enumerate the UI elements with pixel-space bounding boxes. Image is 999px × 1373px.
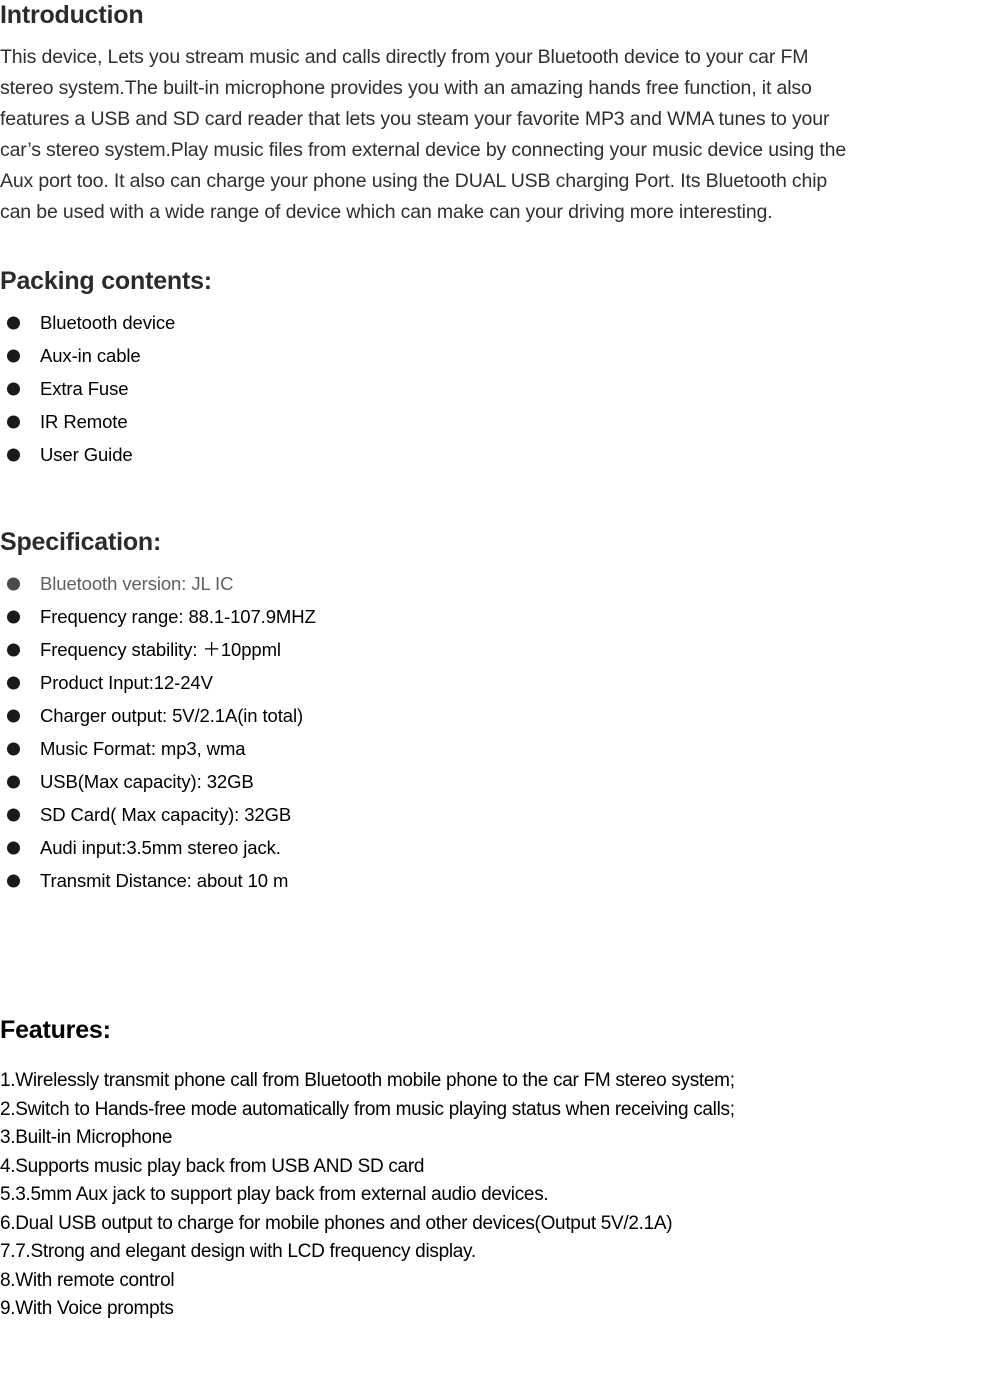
section-features: Features: 1.Wirelessly transmit phone ca… xyxy=(0,1015,999,1324)
list-item-label: USB(Max capacity): 32GB xyxy=(40,771,254,792)
page-title: Introduction xyxy=(0,1,144,29)
section-specification: Specification: Bluetooth version: JL IC … xyxy=(0,527,999,897)
list-item-label: Frequency stability: ＋10ppml xyxy=(40,639,281,660)
list-item: 9.With Voice prompts xyxy=(0,1298,174,1319)
list-item: 7.7.Strong and elegant design with LCD f… xyxy=(0,1241,476,1262)
bullet-icon xyxy=(7,382,20,395)
features-heading: Features: xyxy=(0,1016,111,1044)
list-item-label: Bluetooth device xyxy=(40,312,176,333)
specification-list: Bluetooth version: JL IC Frequency range… xyxy=(0,567,999,897)
list-item: Frequency range: 88.1-107.9MHZ xyxy=(0,600,999,633)
list-item-label: Aux-in cable xyxy=(40,345,141,366)
list-item-label: Extra Fuse xyxy=(40,378,129,399)
list-item-label: Bluetooth version: JL IC xyxy=(40,573,234,594)
bullet-icon xyxy=(7,643,20,656)
specification-heading: Specification: xyxy=(0,528,162,556)
bullet-icon xyxy=(7,676,20,689)
introduction-paragraph: This device, Lets you stream music and c… xyxy=(0,42,999,228)
list-item: Aux-in cable xyxy=(0,339,999,372)
bullet-icon xyxy=(7,316,20,329)
document-page: Introduction This device, Lets you strea… xyxy=(0,0,999,1373)
list-item-label: Product Input:12-24V xyxy=(40,672,213,693)
paragraph-line: stereo system.The built-in microphone pr… xyxy=(0,77,812,99)
list-item: 6.Dual USB output to charge for mobile p… xyxy=(0,1212,673,1234)
paragraph-line: This device, Lets you stream music and c… xyxy=(0,46,809,68)
list-item: Extra Fuse xyxy=(0,372,999,405)
bullet-icon xyxy=(7,841,20,854)
list-item: Audi input:3.5mm stereo jack. xyxy=(0,831,999,864)
list-item: Bluetooth device xyxy=(0,306,999,339)
list-item-label: IR Remote xyxy=(40,411,128,432)
paragraph-line: features a USB and SD card reader that l… xyxy=(0,108,830,130)
section-packing-contents: Packing contents: Bluetooth device Aux-i… xyxy=(0,266,999,471)
list-item-label: User Guide xyxy=(40,444,133,465)
bullet-icon xyxy=(7,610,20,623)
list-item: IR Remote xyxy=(0,405,999,438)
list-item: Charger output: 5V/2.1A(in total) xyxy=(0,699,999,732)
list-item: Product Input:12-24V xyxy=(0,666,999,699)
list-item: Bluetooth version: JL IC xyxy=(0,567,999,600)
features-list: 1.Wirelessly transmit phone call from Bl… xyxy=(0,1067,999,1324)
bullet-icon xyxy=(7,448,20,461)
bullet-icon xyxy=(7,349,20,362)
list-item: 3.Built-in Microphone xyxy=(0,1127,173,1148)
list-item-label: Transmit Distance: about 10 m xyxy=(40,870,289,891)
bullet-icon xyxy=(7,775,20,788)
packing-contents-heading: Packing contents: xyxy=(0,267,212,295)
bullet-icon xyxy=(7,808,20,821)
list-item-label: SD Card( Max capacity): 32GB xyxy=(40,804,292,825)
bullet-icon xyxy=(7,742,20,755)
list-item-label: Audi input:3.5mm stereo jack. xyxy=(40,837,281,858)
list-item: User Guide xyxy=(0,438,999,471)
section-introduction: Introduction This device, Lets you strea… xyxy=(0,0,999,228)
paragraph-line: Aux port too. It also can charge your ph… xyxy=(0,170,828,192)
bullet-icon xyxy=(7,709,20,722)
paragraph-line: can be used with a wide range of device … xyxy=(0,201,773,223)
list-item-label: Frequency range: 88.1-107.9MHZ xyxy=(40,606,316,627)
paragraph-line: car’s stereo system.Play music files fro… xyxy=(0,139,847,161)
list-item: Frequency stability: ＋10ppml xyxy=(0,633,999,666)
list-item-label: Charger output: 5V/2.1A(in total) xyxy=(40,705,304,726)
list-item: 1.Wirelessly transmit phone call from Bl… xyxy=(0,1070,735,1091)
packing-contents-list: Bluetooth device Aux-in cable Extra Fuse… xyxy=(0,306,999,471)
list-item: 2.Switch to Hands-free mode automaticall… xyxy=(0,1098,735,1120)
bullet-icon xyxy=(7,874,20,887)
bullet-icon xyxy=(7,577,20,590)
list-item-label: Music Format: mp3, wma xyxy=(40,738,246,759)
list-item: 8.With remote control xyxy=(0,1269,175,1291)
list-item: Music Format: mp3, wma xyxy=(0,732,999,765)
list-item: 4.Supports music play back from USB AND … xyxy=(0,1155,425,1177)
list-item: USB(Max capacity): 32GB xyxy=(0,765,999,798)
bullet-icon xyxy=(7,415,20,428)
list-item: Transmit Distance: about 10 m xyxy=(0,864,999,897)
list-item: 5.3.5mm Aux jack to support play back fr… xyxy=(0,1184,549,1205)
list-item: SD Card( Max capacity): 32GB xyxy=(0,798,999,831)
